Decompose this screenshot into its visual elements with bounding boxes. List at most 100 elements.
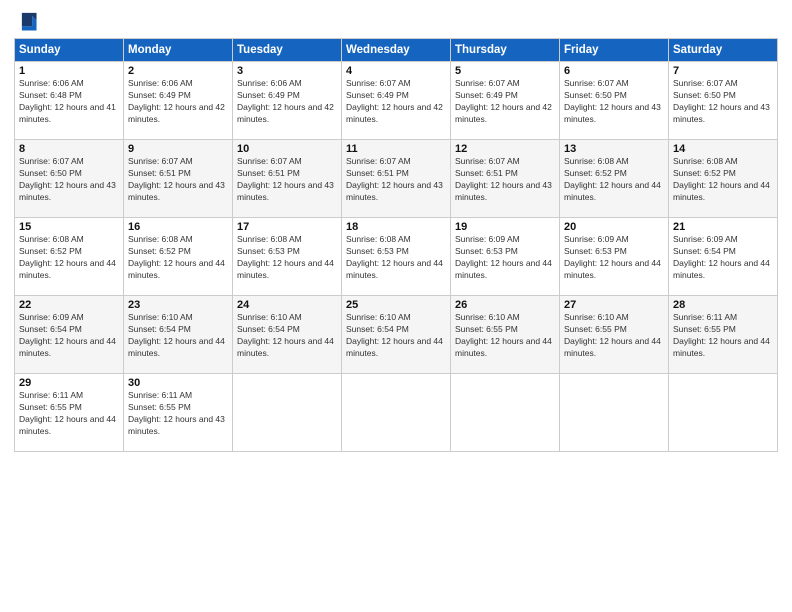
day-number: 30 xyxy=(128,377,228,389)
calendar-cell: 23Sunrise: 6:10 AMSunset: 6:54 PMDayligh… xyxy=(124,296,233,374)
calendar-cell: 7Sunrise: 6:07 AMSunset: 6:50 PMDaylight… xyxy=(669,62,778,140)
day-info: Sunrise: 6:09 AMSunset: 6:53 PMDaylight:… xyxy=(564,234,664,282)
day-number: 3 xyxy=(237,65,337,77)
header-saturday: Saturday xyxy=(669,39,778,62)
calendar-cell: 25Sunrise: 6:10 AMSunset: 6:54 PMDayligh… xyxy=(342,296,451,374)
day-info: Sunrise: 6:11 AMSunset: 6:55 PMDaylight:… xyxy=(128,390,228,438)
calendar-cell: 21Sunrise: 6:09 AMSunset: 6:54 PMDayligh… xyxy=(669,218,778,296)
day-info: Sunrise: 6:07 AMSunset: 6:51 PMDaylight:… xyxy=(455,156,555,204)
calendar-cell: 16Sunrise: 6:08 AMSunset: 6:52 PMDayligh… xyxy=(124,218,233,296)
calendar-cell: 2Sunrise: 6:06 AMSunset: 6:49 PMDaylight… xyxy=(124,62,233,140)
day-info: Sunrise: 6:07 AMSunset: 6:51 PMDaylight:… xyxy=(237,156,337,204)
calendar-cell xyxy=(669,374,778,452)
day-info: Sunrise: 6:10 AMSunset: 6:55 PMDaylight:… xyxy=(455,312,555,360)
calendar-cell: 19Sunrise: 6:09 AMSunset: 6:53 PMDayligh… xyxy=(451,218,560,296)
day-info: Sunrise: 6:11 AMSunset: 6:55 PMDaylight:… xyxy=(19,390,119,438)
calendar-cell: 27Sunrise: 6:10 AMSunset: 6:55 PMDayligh… xyxy=(560,296,669,374)
day-info: Sunrise: 6:10 AMSunset: 6:54 PMDaylight:… xyxy=(128,312,228,360)
day-info: Sunrise: 6:10 AMSunset: 6:54 PMDaylight:… xyxy=(346,312,446,360)
calendar-week-1: 1Sunrise: 6:06 AMSunset: 6:48 PMDaylight… xyxy=(15,62,778,140)
day-info: Sunrise: 6:10 AMSunset: 6:55 PMDaylight:… xyxy=(564,312,664,360)
day-info: Sunrise: 6:06 AMSunset: 6:48 PMDaylight:… xyxy=(19,78,119,126)
day-number: 14 xyxy=(673,143,773,155)
day-info: Sunrise: 6:07 AMSunset: 6:50 PMDaylight:… xyxy=(564,78,664,126)
calendar-cell: 28Sunrise: 6:11 AMSunset: 6:55 PMDayligh… xyxy=(669,296,778,374)
day-number: 17 xyxy=(237,221,337,233)
calendar-cell: 14Sunrise: 6:08 AMSunset: 6:52 PMDayligh… xyxy=(669,140,778,218)
day-number: 4 xyxy=(346,65,446,77)
day-info: Sunrise: 6:07 AMSunset: 6:51 PMDaylight:… xyxy=(128,156,228,204)
calendar-cell: 11Sunrise: 6:07 AMSunset: 6:51 PMDayligh… xyxy=(342,140,451,218)
day-info: Sunrise: 6:10 AMSunset: 6:54 PMDaylight:… xyxy=(237,312,337,360)
page: SundayMondayTuesdayWednesdayThursdayFrid… xyxy=(0,0,792,612)
calendar-cell: 24Sunrise: 6:10 AMSunset: 6:54 PMDayligh… xyxy=(233,296,342,374)
day-info: Sunrise: 6:08 AMSunset: 6:53 PMDaylight:… xyxy=(346,234,446,282)
calendar-cell: 8Sunrise: 6:07 AMSunset: 6:50 PMDaylight… xyxy=(15,140,124,218)
day-number: 23 xyxy=(128,299,228,311)
day-number: 7 xyxy=(673,65,773,77)
day-number: 2 xyxy=(128,65,228,77)
header-thursday: Thursday xyxy=(451,39,560,62)
day-info: Sunrise: 6:08 AMSunset: 6:52 PMDaylight:… xyxy=(564,156,664,204)
day-number: 25 xyxy=(346,299,446,311)
day-info: Sunrise: 6:08 AMSunset: 6:52 PMDaylight:… xyxy=(128,234,228,282)
calendar-cell: 13Sunrise: 6:08 AMSunset: 6:52 PMDayligh… xyxy=(560,140,669,218)
header xyxy=(14,10,778,32)
calendar-cell: 4Sunrise: 6:07 AMSunset: 6:49 PMDaylight… xyxy=(342,62,451,140)
calendar-cell: 9Sunrise: 6:07 AMSunset: 6:51 PMDaylight… xyxy=(124,140,233,218)
calendar-cell: 5Sunrise: 6:07 AMSunset: 6:49 PMDaylight… xyxy=(451,62,560,140)
day-number: 19 xyxy=(455,221,555,233)
day-info: Sunrise: 6:08 AMSunset: 6:52 PMDaylight:… xyxy=(673,156,773,204)
calendar-week-4: 22Sunrise: 6:09 AMSunset: 6:54 PMDayligh… xyxy=(15,296,778,374)
day-number: 21 xyxy=(673,221,773,233)
day-number: 5 xyxy=(455,65,555,77)
header-sunday: Sunday xyxy=(15,39,124,62)
day-number: 11 xyxy=(346,143,446,155)
day-number: 29 xyxy=(19,377,119,389)
day-info: Sunrise: 6:07 AMSunset: 6:49 PMDaylight:… xyxy=(455,78,555,126)
day-number: 16 xyxy=(128,221,228,233)
day-number: 22 xyxy=(19,299,119,311)
calendar-cell: 1Sunrise: 6:06 AMSunset: 6:48 PMDaylight… xyxy=(15,62,124,140)
calendar-week-5: 29Sunrise: 6:11 AMSunset: 6:55 PMDayligh… xyxy=(15,374,778,452)
calendar-cell: 6Sunrise: 6:07 AMSunset: 6:50 PMDaylight… xyxy=(560,62,669,140)
calendar-cell: 30Sunrise: 6:11 AMSunset: 6:55 PMDayligh… xyxy=(124,374,233,452)
day-number: 26 xyxy=(455,299,555,311)
header-monday: Monday xyxy=(124,39,233,62)
day-info: Sunrise: 6:07 AMSunset: 6:51 PMDaylight:… xyxy=(346,156,446,204)
calendar-cell: 29Sunrise: 6:11 AMSunset: 6:55 PMDayligh… xyxy=(15,374,124,452)
day-info: Sunrise: 6:07 AMSunset: 6:50 PMDaylight:… xyxy=(19,156,119,204)
logo xyxy=(14,10,38,32)
day-number: 8 xyxy=(19,143,119,155)
calendar-cell: 18Sunrise: 6:08 AMSunset: 6:53 PMDayligh… xyxy=(342,218,451,296)
day-number: 9 xyxy=(128,143,228,155)
header-friday: Friday xyxy=(560,39,669,62)
header-wednesday: Wednesday xyxy=(342,39,451,62)
day-info: Sunrise: 6:08 AMSunset: 6:52 PMDaylight:… xyxy=(19,234,119,282)
day-info: Sunrise: 6:09 AMSunset: 6:54 PMDaylight:… xyxy=(19,312,119,360)
day-number: 13 xyxy=(564,143,664,155)
day-info: Sunrise: 6:07 AMSunset: 6:49 PMDaylight:… xyxy=(346,78,446,126)
calendar-cell xyxy=(342,374,451,452)
calendar-cell xyxy=(233,374,342,452)
day-info: Sunrise: 6:09 AMSunset: 6:54 PMDaylight:… xyxy=(673,234,773,282)
day-number: 6 xyxy=(564,65,664,77)
calendar-cell: 20Sunrise: 6:09 AMSunset: 6:53 PMDayligh… xyxy=(560,218,669,296)
day-number: 28 xyxy=(673,299,773,311)
day-info: Sunrise: 6:07 AMSunset: 6:50 PMDaylight:… xyxy=(673,78,773,126)
calendar-week-3: 15Sunrise: 6:08 AMSunset: 6:52 PMDayligh… xyxy=(15,218,778,296)
day-number: 18 xyxy=(346,221,446,233)
calendar-cell: 22Sunrise: 6:09 AMSunset: 6:54 PMDayligh… xyxy=(15,296,124,374)
logo-icon xyxy=(16,10,38,32)
calendar-cell: 10Sunrise: 6:07 AMSunset: 6:51 PMDayligh… xyxy=(233,140,342,218)
calendar-week-2: 8Sunrise: 6:07 AMSunset: 6:50 PMDaylight… xyxy=(15,140,778,218)
calendar-cell: 3Sunrise: 6:06 AMSunset: 6:49 PMDaylight… xyxy=(233,62,342,140)
calendar-cell xyxy=(560,374,669,452)
calendar-cell xyxy=(451,374,560,452)
day-info: Sunrise: 6:06 AMSunset: 6:49 PMDaylight:… xyxy=(128,78,228,126)
calendar-cell: 26Sunrise: 6:10 AMSunset: 6:55 PMDayligh… xyxy=(451,296,560,374)
day-info: Sunrise: 6:06 AMSunset: 6:49 PMDaylight:… xyxy=(237,78,337,126)
day-number: 15 xyxy=(19,221,119,233)
header-tuesday: Tuesday xyxy=(233,39,342,62)
day-info: Sunrise: 6:09 AMSunset: 6:53 PMDaylight:… xyxy=(455,234,555,282)
